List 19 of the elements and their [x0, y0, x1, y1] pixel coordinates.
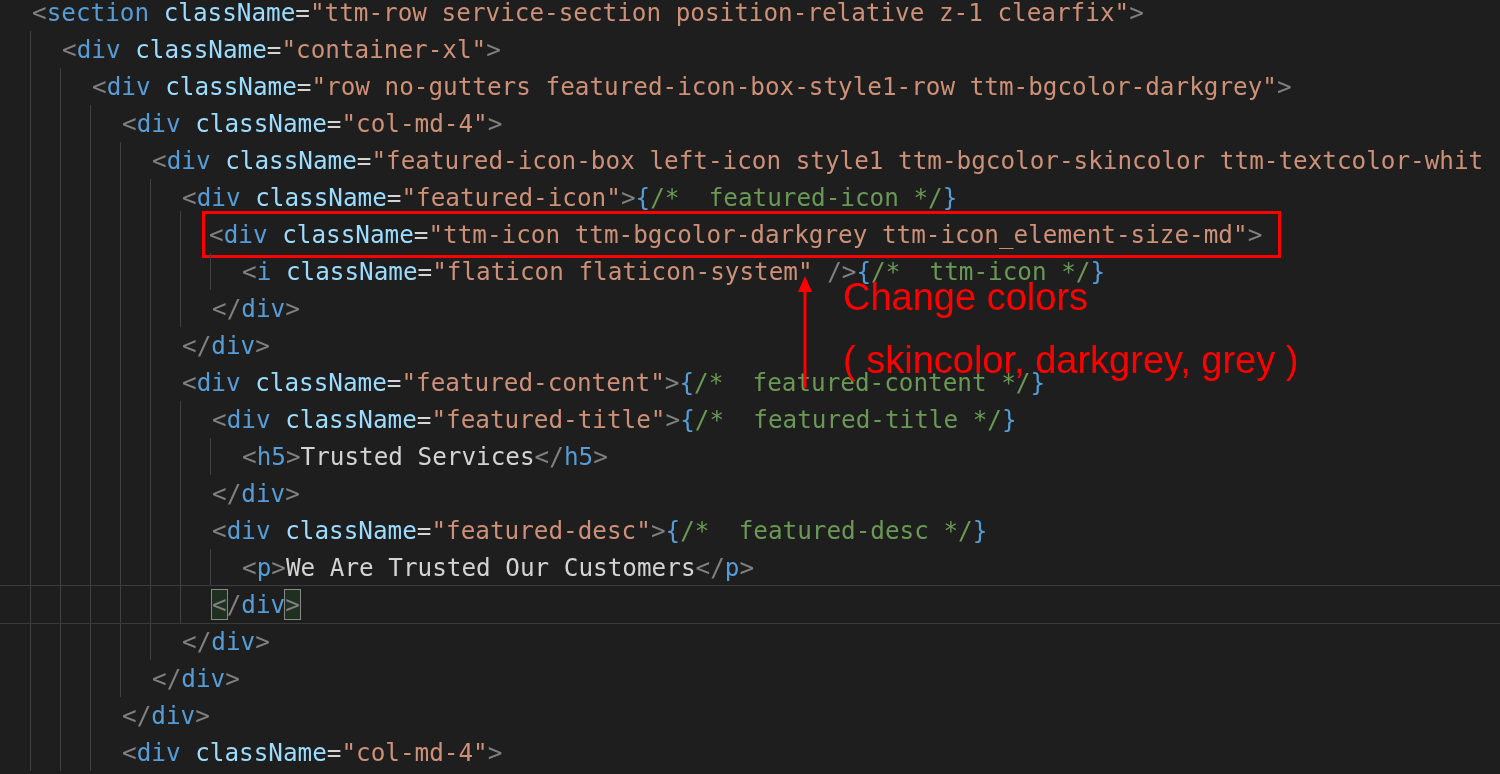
code-line: <section className="ttm-row service-section position-relative z-1 clearfix"> — [32, 0, 1144, 29]
code-line: <div className="ttm-icon ttm-bgcolor-darkgrey ttm-icon_element-size-md"> — [209, 219, 1263, 251]
code-line: <div className="col-md-4"> — [122, 737, 503, 769]
code-line: </div> — [152, 663, 240, 695]
code-line: <div className="featured-desc">{/* featured-desc */} — [212, 515, 988, 547]
code-line: </div> — [212, 589, 300, 621]
code-line: <div className="container-xl"> — [62, 34, 501, 66]
code-line: <div className="featured-icon">{/* featured-icon */} — [182, 182, 958, 214]
code-line: <div className="featured-icon-box left-icon style1 ttm-bgcolor-skincolor ttm-textcolor-whit — [152, 145, 1484, 177]
code-line: </div> — [182, 626, 270, 658]
code-line: </div> — [182, 330, 270, 362]
code-line: <div className="featured-title">{/* featured-title */} — [212, 404, 1017, 436]
code-line: </div> — [122, 700, 210, 732]
code-line: <div className="row no-gutters featured-icon-box-style1-row ttm-bgcolor-darkgrey"> — [92, 71, 1292, 103]
code-line: </div> — [212, 478, 300, 510]
code-line: <p>We Are Trusted Our Customers</p> — [242, 552, 755, 584]
code-line: <h5>Trusted Services</h5> — [242, 441, 608, 473]
code-line: <div className="col-md-4"> — [122, 108, 503, 140]
code-line: </div> — [212, 293, 300, 325]
